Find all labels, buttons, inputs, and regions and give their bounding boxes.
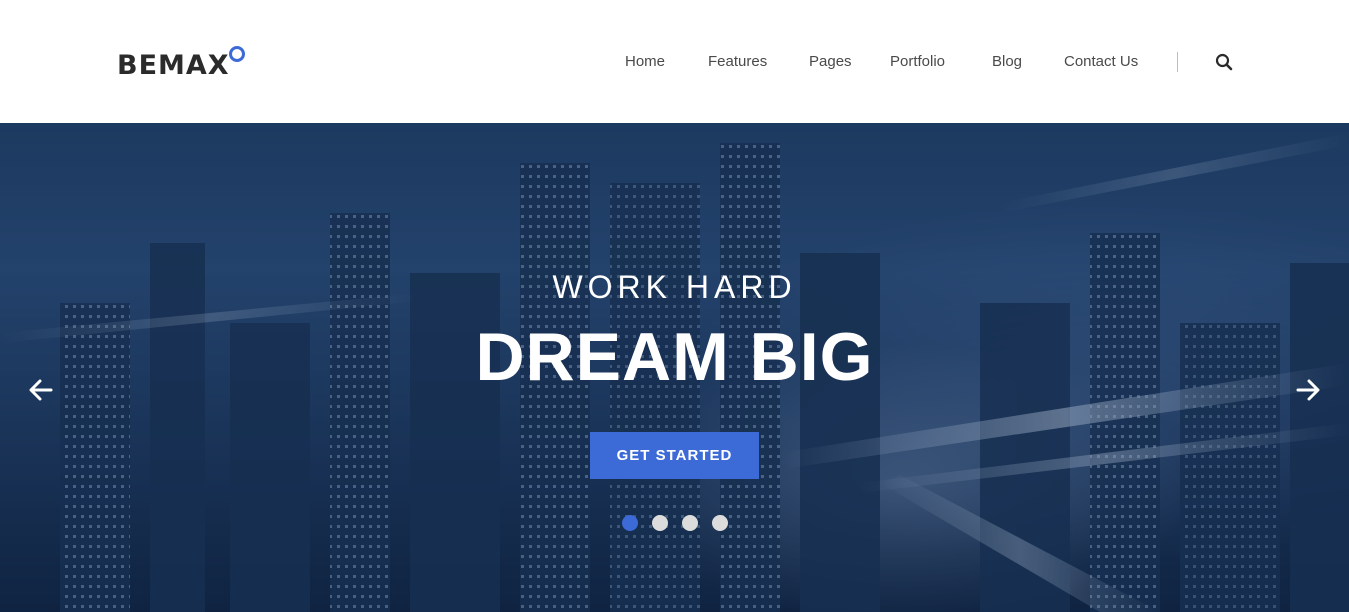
hero-slider: WORK HARD DREAM BIG GET STARTED	[0, 123, 1349, 612]
get-started-button[interactable]: GET STARTED	[590, 432, 759, 479]
arrow-right-icon	[1296, 379, 1320, 401]
slider-next-button[interactable]	[1295, 377, 1321, 403]
nav-item-features[interactable]: Features	[708, 52, 767, 72]
brand-logo[interactable]: BEMAX	[117, 49, 230, 83]
nav-item-contact-us[interactable]: Contact Us	[1064, 52, 1138, 72]
slider-dot-1[interactable]	[622, 515, 638, 531]
nav-divider	[1177, 52, 1178, 72]
arrow-left-icon	[29, 379, 53, 401]
slider-prev-button[interactable]	[28, 377, 54, 403]
nav-item-home[interactable]: Home	[625, 52, 665, 72]
nav-item-portfolio[interactable]: Portfolio	[890, 52, 945, 72]
hero-title: DREAM BIG	[475, 319, 874, 395]
nav-item-blog[interactable]: Blog	[992, 52, 1022, 72]
slider-dot-3[interactable]	[682, 515, 698, 531]
slider-dot-4[interactable]	[712, 515, 728, 531]
search-button[interactable]	[1214, 52, 1234, 72]
site-header: BEMAX Home Features Pages Portfolio Blog…	[0, 0, 1349, 123]
logo-ring-icon	[229, 46, 245, 62]
search-icon	[1215, 53, 1233, 71]
slider-dot-2[interactable]	[652, 515, 668, 531]
nav-item-pages[interactable]: Pages	[809, 52, 852, 72]
hero-tagline: WORK HARD	[552, 269, 797, 305]
